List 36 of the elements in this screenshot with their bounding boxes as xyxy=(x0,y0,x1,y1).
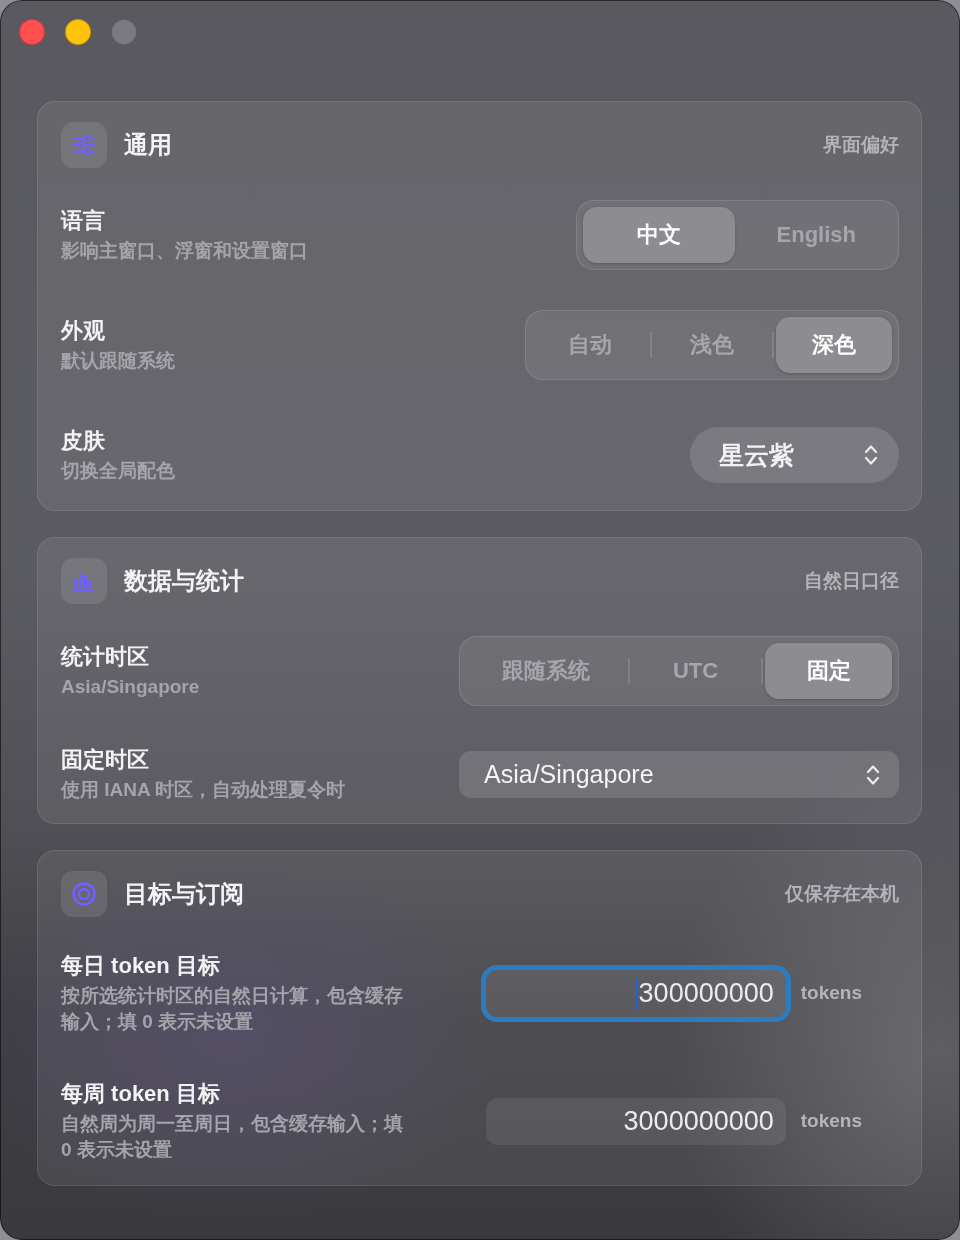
select-dropdown[interactable]: Asia/Singapore xyxy=(459,751,899,798)
setting-description: 自然周为周一至周日，包含缓存输入；填 0 表示未设置 xyxy=(61,1111,404,1162)
minimize-button[interactable] xyxy=(65,19,91,45)
setting-label: 每周 token 目标 xyxy=(61,1079,221,1108)
setting-description: 影响主窗口、浮窗和设置窗口 xyxy=(61,238,308,263)
segment-option[interactable]: 跟随系统 xyxy=(466,643,626,699)
up-down-chevron-icon xyxy=(866,762,880,787)
setting-description: Asia/Singapore xyxy=(61,674,200,699)
section-note: 界面偏好 xyxy=(823,133,899,157)
target-icon xyxy=(61,871,107,917)
section-title: 目标与订阅 xyxy=(124,879,244,909)
setting-description: 默认跟随系统 xyxy=(61,348,175,373)
sliders-icon xyxy=(61,122,107,168)
setting-description: 使用 IANA 时区，自动处理夏令时 xyxy=(61,778,346,802)
up-down-chevron-icon xyxy=(864,443,878,467)
section-note: 自然日口径 xyxy=(804,569,899,593)
segment-option[interactable]: 中文 xyxy=(583,207,735,263)
unit-label: tokens xyxy=(800,1110,862,1132)
unit-label: tokens xyxy=(800,982,862,1004)
setting-label: 固定时区 xyxy=(61,746,150,774)
text-cursor-icon xyxy=(634,977,638,1009)
setting-label: 外观 xyxy=(61,316,106,345)
section-title: 通用 xyxy=(124,130,172,160)
setting-label: 皮肤 xyxy=(61,426,106,455)
setting-label: 语言 xyxy=(61,206,106,235)
close-button[interactable] xyxy=(19,19,45,45)
popup-button[interactable]: 星云紫 xyxy=(690,427,899,483)
setting-label: 每日 token 目标 xyxy=(61,951,221,980)
number-field[interactable]: 300000000 xyxy=(480,964,791,1022)
bar-chart-icon xyxy=(61,558,107,604)
setting-description: 按所选统计时区的自然日计算，包含缓存输入；填 0 表示未设置 xyxy=(61,983,404,1034)
section-note: 仅保存在本机 xyxy=(785,882,899,906)
section-title: 数据与统计 xyxy=(124,566,244,596)
setting-description: 切换全局配色 xyxy=(61,458,175,483)
number-field[interactable]: 3000000000 xyxy=(485,1097,786,1145)
setting-label: 统计时区 xyxy=(61,642,150,671)
